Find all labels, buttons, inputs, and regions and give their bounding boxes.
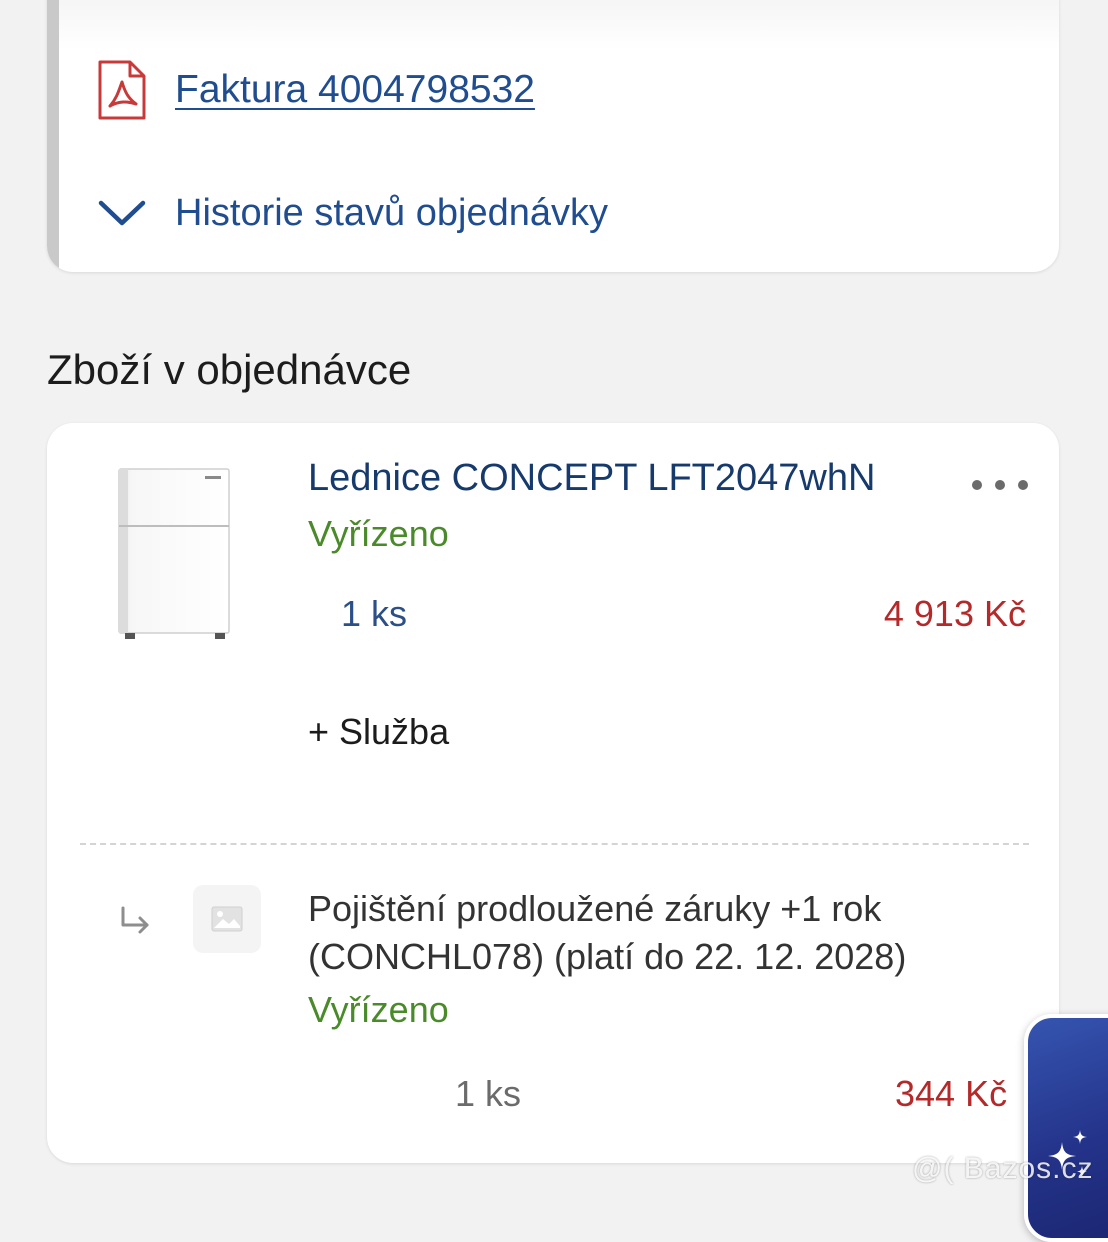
order-info-card: Faktura 4004798532 Historie stavů objedn… — [47, 0, 1059, 272]
product-status: Vyřízeno — [308, 513, 449, 554]
order-history-toggle[interactable]: Historie stavů objednávky — [97, 188, 608, 238]
warranty-status: Vyřízeno — [308, 989, 449, 1030]
more-dots-icon — [995, 480, 1005, 490]
add-service-button[interactable]: + Služba — [308, 711, 449, 753]
warranty-price: 344 Kč — [895, 1073, 1008, 1114]
chevron-down-icon — [98, 200, 146, 226]
more-dots-icon — [972, 480, 982, 490]
invoice-link[interactable]: Faktura 4004798532 — [175, 68, 535, 112]
warranty-image — [193, 885, 261, 953]
product-quantity: 1 ks — [341, 593, 408, 634]
warranty-quantity: 1 ks — [455, 1073, 522, 1114]
watermark: @( Bazos.cz — [912, 1152, 1094, 1185]
product-name[interactable]: Lednice CONCEPT LFT2047whN — [308, 457, 875, 500]
subitem-arrow-icon — [121, 906, 149, 934]
assistant-button[interactable] — [1024, 1014, 1108, 1242]
card-accent-bar — [47, 0, 59, 272]
item-divider — [80, 843, 1029, 845]
order-items-card: Lednice CONCEPT LFT2047whN Vyřízeno 1 ks… — [47, 423, 1059, 1163]
image-placeholder-icon — [211, 906, 243, 932]
section-title: Zboží v objednávce — [47, 346, 412, 393]
fridge-image[interactable] — [117, 465, 237, 645]
product-price: 4 913 Kč — [883, 593, 1026, 634]
pdf-file-icon — [98, 60, 146, 120]
warranty-name[interactable]: Pojištění prodloužené záruky +1 rok (CON… — [308, 885, 1028, 981]
order-history-label: Historie stavů objednávky — [175, 191, 608, 234]
more-dots-icon — [1018, 480, 1028, 490]
invoice-row[interactable]: Faktura 4004798532 — [97, 60, 535, 120]
more-options-button[interactable] — [972, 473, 1028, 497]
card-fade — [59, 0, 1059, 50]
